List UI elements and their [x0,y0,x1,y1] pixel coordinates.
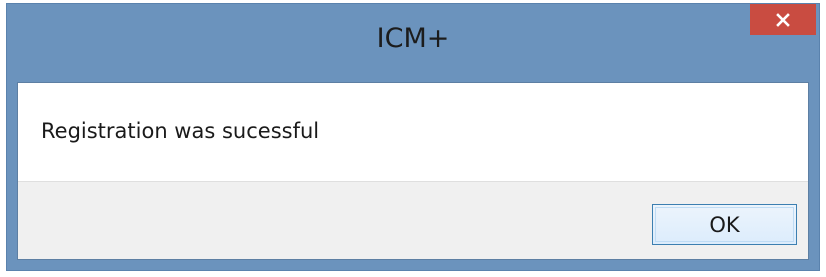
dialog-window: ICM+ Registration was sucessful OK [6,3,820,271]
button-bar: OK [18,182,808,259]
title-bar[interactable]: ICM+ [7,4,819,82]
dialog-body: Registration was sucessful OK [17,82,809,260]
message-area: Registration was sucessful [18,83,808,182]
ok-button-label: OK [709,212,740,237]
dialog-message: Registration was sucessful [41,119,320,143]
window-title: ICM+ [376,23,450,54]
ok-button[interactable]: OK [652,204,797,245]
close-icon [775,12,791,28]
close-button[interactable] [750,4,816,35]
